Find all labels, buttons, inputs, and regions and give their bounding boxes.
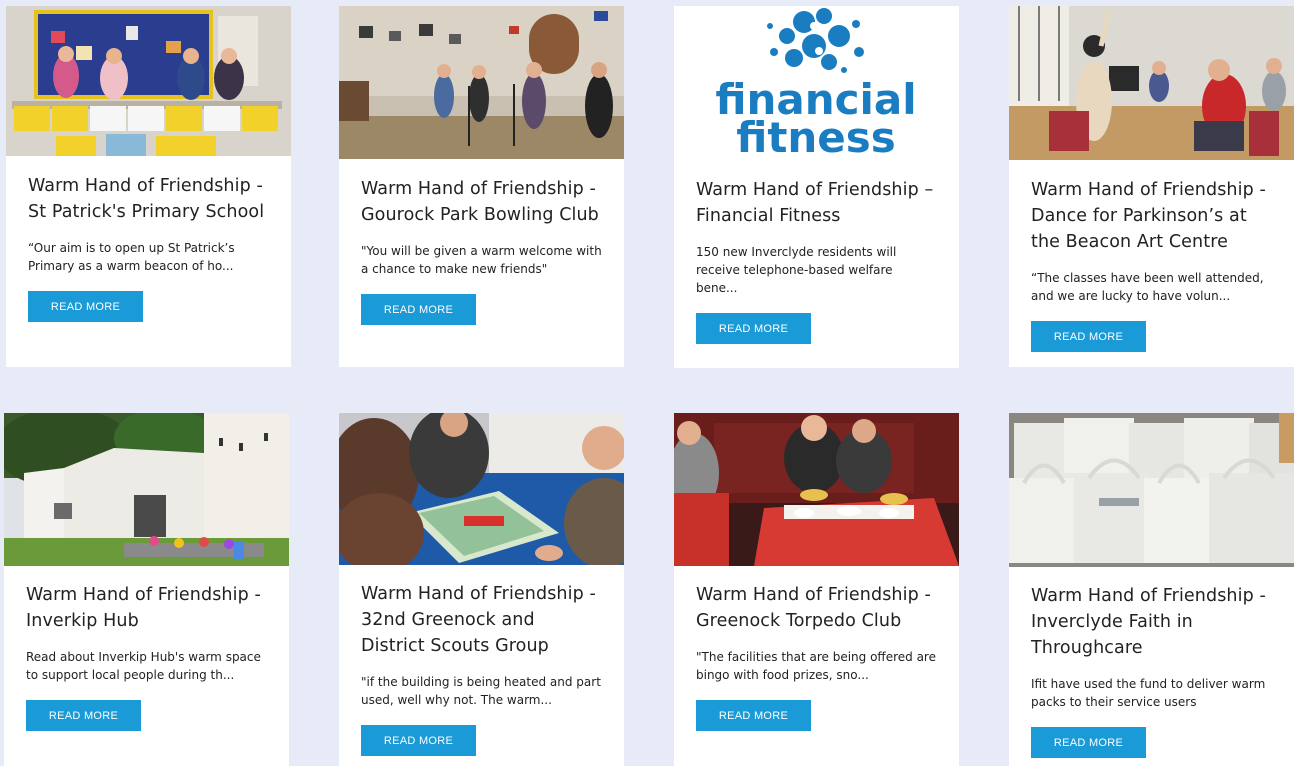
card-excerpt: 150 new Inverclyde residents will receiv… <box>696 245 897 295</box>
read-more-button[interactable]: READ MORE <box>1031 727 1146 758</box>
news-card-st-patricks[interactable]: Warm Hand of Friendship - St Patrick's P… <box>6 6 291 367</box>
card-excerpt: Read about Inverkip Hub's warm space to … <box>26 650 261 682</box>
news-card-32nd-scouts[interactable]: Warm Hand of Friendship - 32nd Greenock … <box>339 413 624 766</box>
read-more-button[interactable]: READ MORE <box>361 725 476 756</box>
card-image-children-food-parcels[interactable] <box>6 6 291 156</box>
photo-white-community-building-icon <box>4 413 289 566</box>
photo-stack-of-white-bags-icon <box>1009 413 1294 567</box>
photo-seated-dance-class-icon <box>1009 6 1294 160</box>
read-more-button[interactable]: READ MORE <box>1031 321 1146 352</box>
card-image-torpedo-club[interactable] <box>674 413 959 566</box>
card-excerpt: "The facilities that are being offered a… <box>696 650 936 682</box>
card-excerpt: "if the building is being heated and par… <box>361 675 601 707</box>
card-title[interactable]: Warm Hand of Friendship - Inverclyde Fai… <box>1031 583 1272 661</box>
read-more-button[interactable]: READ MORE <box>696 700 811 731</box>
card-title[interactable]: Warm Hand of Friendship - Greenock Torpe… <box>696 582 937 634</box>
financial-fitness-logo-icon: financial fitness <box>674 6 959 162</box>
card-image-warm-packs[interactable] <box>1009 413 1294 567</box>
card-image-band-playing[interactable] <box>339 6 624 159</box>
card-excerpt: “Our aim is to open up St Patrick’s Prim… <box>28 241 235 273</box>
card-excerpt: Ifit have used the fund to deliver warm … <box>1031 677 1266 709</box>
card-excerpt: "You will be given a warm welcome with a… <box>361 244 602 276</box>
card-image-dance-class[interactable] <box>1009 6 1294 160</box>
card-image-inverkip-building[interactable] <box>4 413 289 566</box>
card-title[interactable]: Warm Hand of Friendship - Gourock Park B… <box>361 176 602 228</box>
card-title[interactable]: Warm Hand of Friendship - Inverkip Hub <box>26 582 267 634</box>
card-excerpt: “The classes have been well attended, an… <box>1031 271 1264 303</box>
news-card-gourock-bowling[interactable]: Warm Hand of Friendship - Gourock Park B… <box>339 6 624 367</box>
card-title[interactable]: Warm Hand of Friendship - 32nd Greenock … <box>361 581 602 659</box>
news-card-faith-throughcare[interactable]: Warm Hand of Friendship - Inverclyde Fai… <box>1009 413 1294 766</box>
photo-people-at-red-table-icon <box>674 413 959 566</box>
photo-band-playing-in-club-icon <box>339 6 624 159</box>
card-image-financial-fitness-logo[interactable]: financial fitness <box>674 6 959 162</box>
read-more-button[interactable]: READ MORE <box>26 700 141 731</box>
news-card-inverkip-hub[interactable]: Warm Hand of Friendship - Inverkip Hub R… <box>4 413 289 766</box>
news-card-greenock-torpedo[interactable]: Warm Hand of Friendship - Greenock Torpe… <box>674 413 959 766</box>
logo-text-line2: fitness <box>736 113 896 162</box>
card-title[interactable]: Warm Hand of Friendship – Financial Fitn… <box>696 177 937 229</box>
photo-children-with-food-parcels-icon <box>6 6 291 156</box>
photo-scouts-playing-board-game-icon <box>339 413 624 565</box>
news-card-financial-fitness[interactable]: financial fitness Warm Hand of Friendshi… <box>674 6 959 368</box>
read-more-button[interactable]: READ MORE <box>28 291 143 322</box>
read-more-button[interactable]: READ MORE <box>361 294 476 325</box>
card-image-scouts-board-game[interactable] <box>339 413 624 565</box>
read-more-button[interactable]: READ MORE <box>696 313 811 344</box>
card-title[interactable]: Warm Hand of Friendship - Dance for Park… <box>1031 177 1272 255</box>
card-title[interactable]: Warm Hand of Friendship - St Patrick's P… <box>28 173 269 225</box>
news-card-dance-parkinsons[interactable]: Warm Hand of Friendship - Dance for Park… <box>1009 6 1294 367</box>
